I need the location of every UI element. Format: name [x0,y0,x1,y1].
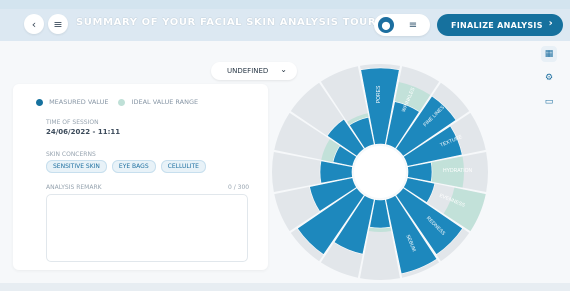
chart-segment-label: PORES [376,85,382,103]
chart-center [354,146,406,198]
chart-segment-label: HYDRATION [443,168,472,174]
radial-chart: PORES WRINKLESFINE LINESTEXTUREHYDRATIONE… [272,63,489,280]
